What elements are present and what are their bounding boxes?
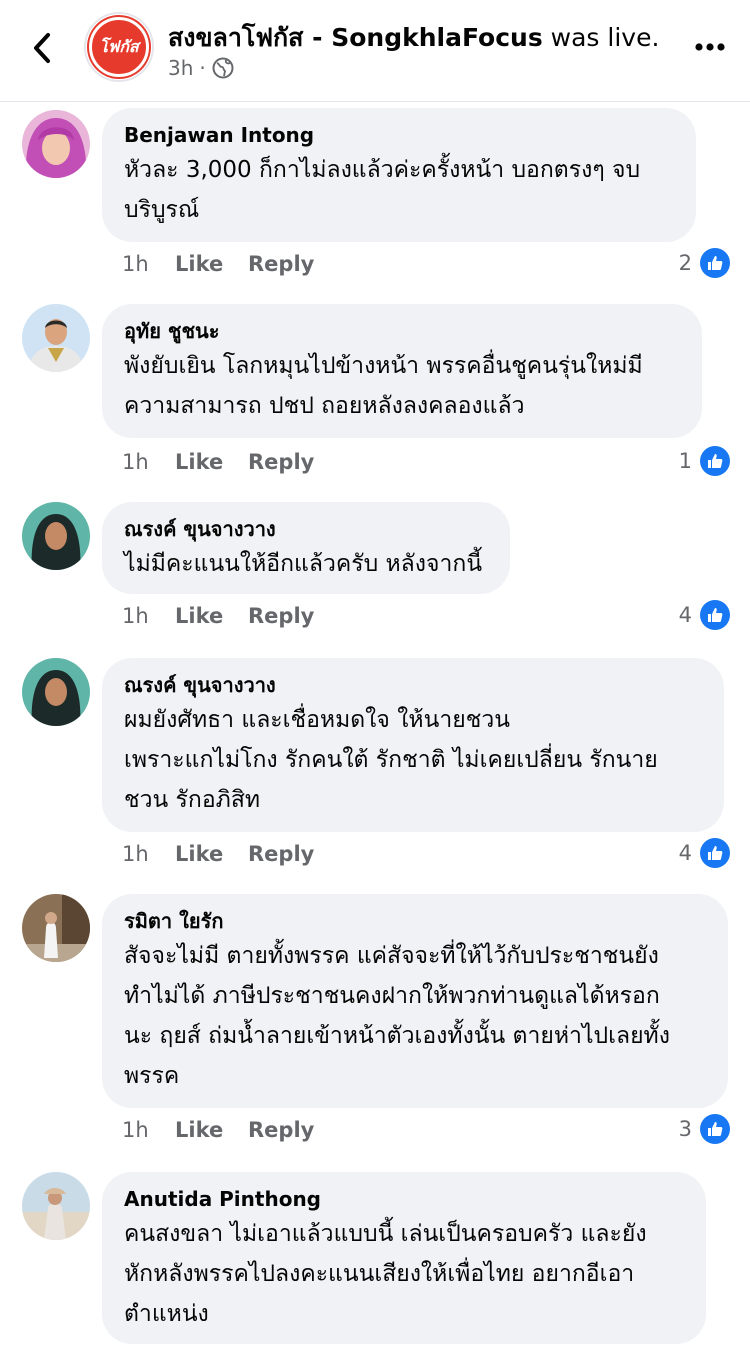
avatar[interactable] bbox=[22, 658, 90, 726]
like-button[interactable]: Like bbox=[175, 252, 248, 276]
comment-time[interactable]: 1h bbox=[122, 604, 175, 628]
more-options-button[interactable] bbox=[688, 30, 732, 64]
reply-button[interactable]: Reply bbox=[248, 604, 314, 628]
thumbs-up-icon bbox=[700, 446, 730, 476]
comment-text: หัวละ 3,000 ก็กาไม่ลงแล้วค่ะครั้งหน้า บอ… bbox=[124, 157, 641, 223]
reply-button[interactable]: Reply bbox=[248, 1118, 314, 1142]
thumbs-up-icon bbox=[700, 600, 730, 630]
reaction-count: 4 bbox=[678, 603, 692, 627]
post-time[interactable]: 3h bbox=[168, 56, 193, 80]
meta-separator: · bbox=[199, 56, 206, 80]
like-button[interactable]: Like bbox=[175, 842, 248, 866]
comment-time[interactable]: 1h bbox=[122, 1118, 175, 1142]
page-name-link[interactable]: สงขลาโฟกัส - SongkhlaFocus bbox=[168, 23, 543, 52]
comment-text: สัจจะไม่มี ตายทั้งพรรค แค่สัจจะที่ให้ไว้… bbox=[124, 943, 670, 1089]
page-avatar[interactable]: โฟกัส bbox=[84, 12, 154, 82]
reply-button[interactable]: Reply bbox=[248, 252, 314, 276]
comment-bubble: อุทัย ชูชนะ พังยับเยิน โลกหมุนไปข้างหน้า… bbox=[102, 304, 702, 438]
reaction-count: 3 bbox=[678, 1117, 692, 1141]
thumbs-up-icon bbox=[700, 838, 730, 868]
comment-actions: 1h Like Reply bbox=[122, 450, 314, 474]
comment-author[interactable]: Benjawan Intong bbox=[124, 120, 674, 150]
thumbs-up-icon bbox=[700, 1114, 730, 1144]
comment-text: พังยับเยิน โลกหมุนไปข้างหน้า พรรคอื่นชูค… bbox=[124, 353, 643, 419]
reply-button[interactable]: Reply bbox=[248, 842, 314, 866]
comment-bubble: ณรงค์ ขุนจางวาง ไม่มีคะแนนให้อีกแล้วครับ… bbox=[102, 502, 510, 594]
reaction-summary[interactable]: 1 bbox=[679, 446, 730, 476]
more-horizontal-icon bbox=[695, 43, 725, 51]
avatar[interactable] bbox=[22, 894, 90, 962]
comment-text: คนสงขลา ไม่เอาแล้วแบบนี้ เล่นเป็นครอบครั… bbox=[124, 1221, 647, 1327]
post-title: สงขลาโฟกัส - SongkhlaFocus was live. bbox=[168, 18, 659, 58]
reaction-count: 4 bbox=[678, 841, 692, 865]
reaction-count: 2 bbox=[678, 251, 692, 275]
comment-bubble: Anutida Pinthong คนสงขลา ไม่เอาแล้วแบบนี… bbox=[102, 1172, 706, 1344]
post-meta: 3h · bbox=[168, 56, 234, 80]
comment-time[interactable]: 1h bbox=[122, 450, 175, 474]
avatar[interactable] bbox=[22, 110, 90, 178]
comment-actions: 1h Like Reply bbox=[122, 842, 314, 866]
page-logo: โฟกัส bbox=[89, 17, 149, 77]
reaction-summary[interactable]: 4 bbox=[679, 838, 730, 868]
thumbs-up-icon bbox=[700, 248, 730, 278]
like-button[interactable]: Like bbox=[175, 1118, 248, 1142]
comment-actions: 1h Like Reply bbox=[122, 1118, 314, 1142]
comment-author[interactable]: รมิตา ใยรัก bbox=[124, 906, 706, 936]
post-header: โฟกัส สงขลาโฟกัส - SongkhlaFocus was liv… bbox=[0, 0, 750, 102]
globe-icon bbox=[212, 57, 234, 79]
avatar[interactable] bbox=[22, 502, 90, 570]
comment-author[interactable]: ณรงค์ ขุนจางวาง bbox=[124, 514, 488, 544]
comment-time[interactable]: 1h bbox=[122, 252, 175, 276]
comment-author[interactable]: Anutida Pinthong bbox=[124, 1184, 684, 1214]
page-logo-text: โฟกัส bbox=[99, 36, 139, 56]
chevron-left-icon bbox=[34, 33, 50, 63]
avatar[interactable] bbox=[22, 304, 90, 372]
avatar[interactable] bbox=[22, 1172, 90, 1240]
back-button[interactable] bbox=[22, 26, 62, 70]
comment-author[interactable]: ณรงค์ ขุนจางวาง bbox=[124, 670, 702, 700]
like-button[interactable]: Like bbox=[175, 604, 248, 628]
comment-text: ผมยังศัทธา และเชื่อหมดใจ ให้นายชวน เพราะ… bbox=[124, 707, 658, 813]
reaction-summary[interactable]: 3 bbox=[679, 1114, 730, 1144]
reply-button[interactable]: Reply bbox=[248, 450, 314, 474]
comment-actions: 1h Like Reply bbox=[122, 604, 314, 628]
reaction-summary[interactable]: 2 bbox=[679, 248, 730, 278]
comment-actions: 1h Like Reply bbox=[122, 252, 314, 276]
reaction-summary[interactable]: 4 bbox=[679, 600, 730, 630]
live-status-text: was live. bbox=[542, 23, 660, 52]
like-button[interactable]: Like bbox=[175, 450, 248, 474]
comment-author[interactable]: อุทัย ชูชนะ bbox=[124, 316, 680, 346]
comment-bubble: รมิตา ใยรัก สัจจะไม่มี ตายทั้งพรรค แค่สั… bbox=[102, 894, 728, 1108]
reaction-count: 1 bbox=[678, 449, 692, 473]
comment-bubble: Benjawan Intong หัวละ 3,000 ก็กาไม่ลงแล้… bbox=[102, 108, 696, 242]
comment-bubble: ณรงค์ ขุนจางวาง ผมยังศัทธา และเชื่อหมดใจ… bbox=[102, 658, 724, 832]
comment-time[interactable]: 1h bbox=[122, 842, 175, 866]
comment-text: ไม่มีคะแนนให้อีกแล้วครับ หลังจากนี้ bbox=[124, 551, 483, 577]
